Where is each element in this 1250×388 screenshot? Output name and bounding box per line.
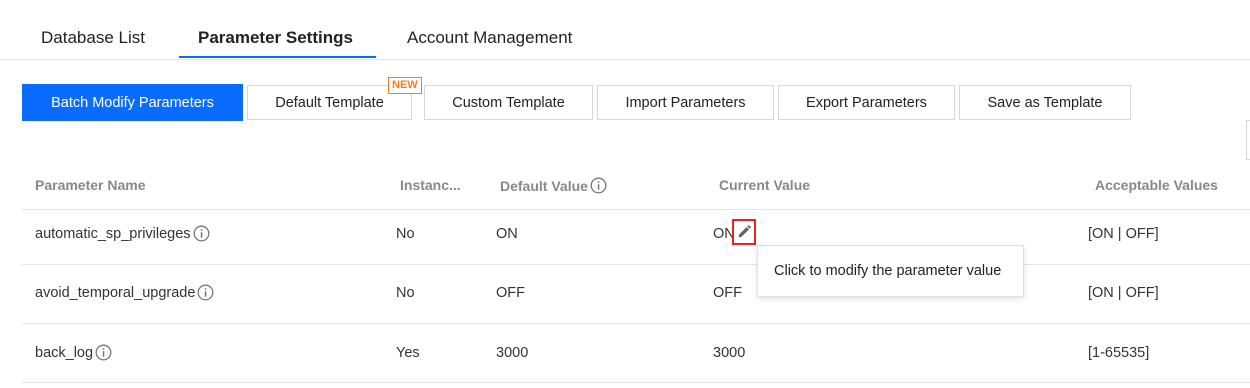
current-value-cell: 3000	[713, 345, 746, 361]
acceptable-values-cell: [1-65535]	[1088, 345, 1150, 361]
tooltip-text: Click to modify the parameter value	[774, 263, 1002, 279]
header-parameter-name: Parameter Name	[35, 177, 146, 193]
table-row: automatic_sp_privileges No ON ON [ON | O…	[22, 210, 1250, 265]
instance-cell: No	[396, 226, 415, 242]
acceptable-values-cell: [ON | OFF]	[1088, 285, 1159, 301]
import-parameters-button[interactable]: Import Parameters	[597, 85, 774, 120]
parameter-name: avoid_temporal_upgrade	[35, 284, 196, 301]
tab-account-management[interactable]: Account Management	[407, 28, 572, 48]
save-as-template-button[interactable]: Save as Template	[959, 85, 1131, 120]
active-tab-indicator	[179, 56, 376, 58]
parameter-name-cell: automatic_sp_privileges	[35, 225, 210, 242]
default-value-cell: OFF	[496, 285, 525, 301]
custom-template-button[interactable]: Custom Template	[424, 85, 593, 120]
header-acceptable-values: Acceptable Values	[1095, 177, 1218, 193]
info-icon[interactable]	[197, 284, 214, 301]
acceptable-values-cell: [ON | OFF]	[1088, 226, 1159, 242]
tab-database-list[interactable]: Database List	[41, 28, 145, 48]
default-value-cell: ON	[496, 226, 518, 242]
tab-parameter-settings[interactable]: Parameter Settings	[198, 28, 353, 48]
instance-cell: Yes	[396, 345, 420, 361]
partial-control	[1246, 120, 1250, 160]
header-default-value-label: Default Value	[500, 177, 588, 194]
default-value-cell: 3000	[496, 345, 529, 361]
parameter-name-cell: avoid_temporal_upgrade	[35, 284, 214, 301]
edit-parameter-button[interactable]	[732, 219, 756, 245]
info-icon[interactable]	[95, 344, 112, 361]
info-icon[interactable]	[193, 225, 210, 242]
parameter-name-cell: back_log	[35, 344, 112, 361]
parameter-name: automatic_sp_privileges	[35, 225, 191, 242]
table-row: avoid_temporal_upgrade No OFF OFF [ON | …	[22, 265, 1250, 324]
current-value-cell: OFF	[713, 285, 742, 301]
new-badge: NEW	[388, 77, 422, 94]
batch-modify-button[interactable]: Batch Modify Parameters	[22, 84, 243, 121]
instance-cell: No	[396, 285, 415, 301]
table-header: Parameter Name Instanc... Default Value …	[22, 159, 1250, 210]
header-current-value: Current Value	[719, 177, 811, 193]
tooltip: Click to modify the parameter value	[757, 245, 1024, 297]
pencil-icon	[736, 224, 752, 240]
header-default-value: Default Value	[500, 177, 607, 194]
header-instance: Instanc...	[400, 177, 461, 193]
export-parameters-button[interactable]: Export Parameters	[778, 85, 955, 120]
info-icon[interactable]	[590, 177, 607, 194]
table-row: back_log Yes 3000 3000 [1-65535]	[22, 324, 1250, 383]
tab-bar: Database List Parameter Settings Account…	[0, 0, 1250, 60]
parameter-name: back_log	[35, 344, 94, 361]
